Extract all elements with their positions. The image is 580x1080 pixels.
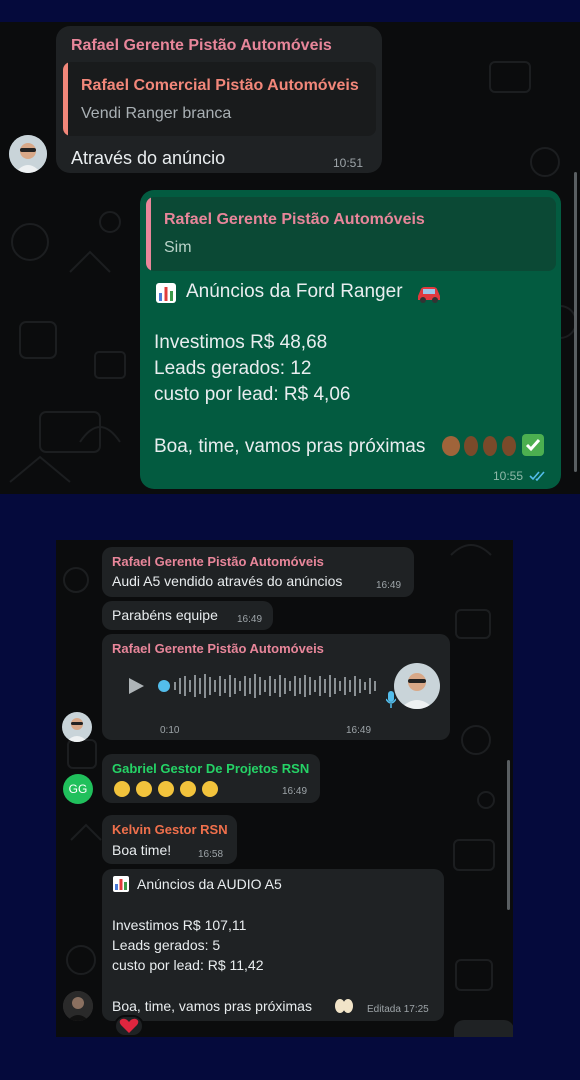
clapping-hands-icon bbox=[440, 434, 520, 463]
message-text: Através do anúncio bbox=[71, 148, 226, 168]
message-time: 16:49 bbox=[346, 725, 372, 736]
play-icon[interactable] bbox=[126, 676, 146, 701]
message-bubble-gabriel-claps[interactable]: Gabriel Gestor De Projetos RSN 16:49 bbox=[102, 754, 320, 803]
message-time: Editada 17:25 bbox=[367, 1004, 429, 1015]
scrollbar[interactable] bbox=[574, 172, 577, 472]
avatar-photo-icon bbox=[62, 712, 92, 742]
avatar-initials: GG bbox=[68, 782, 88, 796]
message-time: 16:49 bbox=[376, 580, 402, 591]
bar-chart-icon bbox=[113, 876, 129, 892]
chat-screenshot-bottom: Rafael Gerente Pistão Automóveis Audi A5… bbox=[56, 540, 513, 1037]
message-time: 10:55 bbox=[493, 469, 524, 483]
sender-name: Kelvin Gestor RSN bbox=[112, 822, 228, 837]
check-mark-icon bbox=[522, 434, 544, 461]
report-cost-per-lead: custo por lead: R$ 11,42 bbox=[112, 957, 264, 973]
avatar-photo-icon bbox=[63, 991, 93, 1021]
quote-text: Vendi Ranger branca bbox=[81, 105, 232, 122]
report-title: Anúncios da AUDIO A5 bbox=[137, 876, 282, 892]
avatar-gabriel[interactable]: GG bbox=[63, 774, 93, 804]
quote-sender-name: Rafael Comercial Pistão Automóveis bbox=[81, 77, 359, 94]
scroll-down-button[interactable] bbox=[454, 1020, 513, 1037]
message-bubble-audi-report[interactable]: Anúncios da AUDIO A5 Investimos R$ 107,1… bbox=[102, 869, 444, 1021]
double-check-read-icon bbox=[529, 469, 547, 487]
audio-duration: 0:10 bbox=[160, 725, 180, 736]
avatar-photo-icon bbox=[394, 663, 440, 709]
message-time: 16:49 bbox=[282, 786, 308, 797]
report-investment: Investimos R$ 48,68 bbox=[154, 332, 328, 353]
quote-bar bbox=[63, 62, 68, 136]
quoted-message[interactable]: Rafael Gerente Pistão Automóveis Sim bbox=[146, 197, 556, 271]
heart-icon bbox=[119, 1018, 139, 1033]
sender-name: Rafael Gerente Pistão Automóveis bbox=[71, 37, 332, 54]
message-time: 16:58 bbox=[198, 849, 224, 860]
sender-name: Rafael Gerente Pistão Automóveis bbox=[112, 641, 324, 656]
message-time: 10:51 bbox=[333, 156, 364, 170]
raised-hands-icon bbox=[334, 996, 354, 1019]
report-leads: Leads gerados: 12 bbox=[154, 358, 312, 379]
avatar-rafael[interactable] bbox=[62, 712, 92, 742]
message-bubble-congrats[interactable]: Parabéns equipe 16:49 bbox=[102, 601, 273, 630]
avatar-kelvin[interactable] bbox=[63, 991, 93, 1021]
report-title: Anúncios da Ford Ranger bbox=[186, 281, 403, 302]
message-time: 16:49 bbox=[237, 614, 263, 625]
bar-chart-icon bbox=[156, 283, 176, 303]
message-text: Parabéns equipe bbox=[112, 607, 218, 623]
sender-name: Rafael Gerente Pistão Automóveis bbox=[112, 554, 324, 569]
scrollbar[interactable] bbox=[507, 760, 510, 910]
clapping-hands-icon bbox=[114, 781, 218, 797]
report-cost-per-lead: custo por lead: R$ 4,06 bbox=[154, 384, 351, 405]
microphone-icon bbox=[385, 691, 397, 714]
report-closing: Boa, time, vamos pras próximas bbox=[112, 998, 312, 1014]
quote-bar bbox=[146, 197, 151, 271]
quote-text: Sim bbox=[164, 239, 192, 256]
message-bubble-audi-sold[interactable]: Rafael Gerente Pistão Automóveis Audi A5… bbox=[102, 547, 414, 597]
car-icon bbox=[415, 282, 443, 309]
avatar-photo-icon bbox=[9, 135, 47, 173]
message-bubble-kelvin[interactable]: Kelvin Gestor RSN Boa time! 16:58 bbox=[102, 815, 237, 864]
report-leads: Leads gerados: 5 bbox=[112, 937, 221, 953]
chat-screenshot-top: Rafael Gerente Pistão Automóveis Rafael … bbox=[0, 22, 580, 494]
audio-waveform[interactable] bbox=[158, 672, 398, 700]
report-closing: Boa, time, vamos pras próximas bbox=[154, 436, 426, 457]
message-text: Boa time! bbox=[112, 842, 172, 858]
message-text: Audi A5 vendido através do anúncios bbox=[112, 573, 343, 589]
message-bubble-rafael-gerente[interactable]: Rafael Gerente Pistão Automóveis Rafael … bbox=[56, 26, 382, 173]
quote-sender-name: Rafael Gerente Pistão Automóveis bbox=[164, 211, 425, 228]
message-bubble-outgoing-ranger-report[interactable]: Rafael Gerente Pistão Automóveis Sim Anú… bbox=[140, 190, 561, 489]
avatar-rafael[interactable] bbox=[9, 135, 47, 173]
voice-message-bubble[interactable]: Rafael Gerente Pistão Automóveis 0:10 16… bbox=[102, 634, 450, 740]
voice-sender-avatar[interactable] bbox=[394, 663, 440, 709]
sender-name: Gabriel Gestor De Projetos RSN bbox=[112, 761, 310, 776]
quoted-message[interactable]: Rafael Comercial Pistão Automóveis Vendi… bbox=[63, 62, 376, 136]
report-investment: Investimos R$ 107,11 bbox=[112, 917, 247, 933]
reaction-badge[interactable] bbox=[114, 1015, 144, 1037]
